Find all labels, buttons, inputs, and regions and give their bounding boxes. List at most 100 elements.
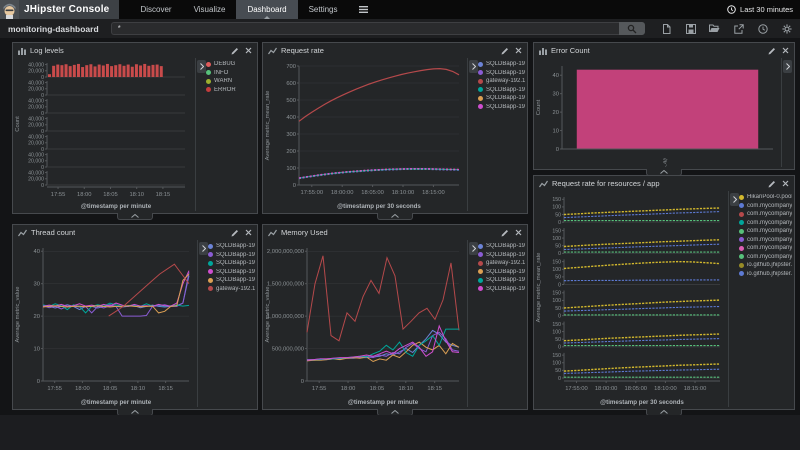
legend-item[interactable]: com.mycompany.myap... [733, 237, 792, 243]
legend-label: com.mycompany.myap... [747, 220, 792, 226]
time-picker-button[interactable]: Last 30 minutes [727, 0, 800, 19]
chevron-right-icon [733, 196, 737, 203]
remove-panel-button[interactable] [515, 47, 522, 54]
legend-swatch [739, 271, 744, 276]
remove-panel-button[interactable] [782, 180, 789, 187]
edit-panel-button[interactable] [231, 47, 239, 55]
legend-toggle[interactable] [197, 60, 206, 73]
remove-panel-button[interactable] [245, 229, 252, 236]
legend-item[interactable]: SQLDBapp-192.168... [202, 269, 255, 275]
bar-chart-icon [539, 47, 547, 55]
legend-item[interactable]: HikariPool-0.pool.Wait [733, 194, 792, 200]
legend-item[interactable]: gateway-192.168.43.8... [472, 260, 525, 266]
legend-item[interactable]: SQLDBapp-192.168.4... [472, 252, 525, 258]
legend-item[interactable]: INFO [200, 70, 255, 76]
nav-item-discover[interactable]: Discover [129, 0, 182, 19]
legend-item[interactable]: SQLDBapp-192.168.4... [472, 95, 525, 101]
svg-text:18:05: 18:05 [103, 192, 118, 198]
line-chart-icon [268, 47, 277, 55]
nav-item-dashboard[interactable]: Dashboard [236, 0, 297, 19]
dashboard-toolbar [661, 23, 792, 34]
chart-canvas: 01020304017:5518:0018:0518:1018:15@times… [13, 240, 197, 407]
legend-swatch [208, 286, 213, 291]
share-icon [734, 24, 744, 34]
legend-item[interactable]: gateway-192.168.43... [202, 286, 255, 292]
share-button[interactable] [733, 23, 744, 34]
legend-item[interactable]: SQLDBapp-192.168.4... [472, 104, 525, 110]
remove-panel-button[interactable] [782, 47, 789, 54]
legend-item[interactable]: SQLDBapp-192.168... [202, 252, 255, 258]
legend-item[interactable]: com.mycompany.myap... [733, 203, 792, 209]
edit-panel-button[interactable] [768, 180, 776, 188]
legend-item[interactable]: SQLDBapp-192.168... [202, 243, 255, 249]
legend-item[interactable]: SQLDBapp-192.168... [202, 260, 255, 266]
legend-label: com.mycompany.myap... [747, 245, 792, 251]
legend-label: SQLDBapp-192.168.4... [486, 87, 525, 93]
legend-item[interactable]: SQLDBapp-192.168.4... [472, 61, 525, 67]
new-document-button[interactable] [661, 23, 672, 34]
legend-item[interactable]: ERROR [200, 87, 255, 93]
legend-item[interactable]: SQLDBapp-192.168.4... [472, 286, 525, 292]
brand[interactable]: JHipster Console [0, 0, 119, 19]
edit-panel-button[interactable] [768, 47, 776, 55]
open-dashboard-button[interactable] [709, 23, 720, 34]
svg-text:300: 300 [286, 132, 296, 138]
edit-panel-button[interactable] [231, 229, 239, 237]
legend-toggle[interactable] [730, 193, 739, 206]
chart-legend: DEBUG INFO WARN ERROR [195, 58, 257, 211]
legend-item[interactable]: SQLDBapp-192.168.4... [472, 277, 525, 283]
legend-swatch [206, 70, 211, 75]
spy-panel-toggle[interactable] [377, 213, 413, 220]
svg-text:18:00:00: 18:00:00 [595, 386, 618, 392]
legend-toggle[interactable] [469, 242, 478, 255]
legend-swatch [478, 269, 483, 274]
spy-panel-toggle[interactable] [117, 213, 153, 220]
query-input[interactable] [111, 22, 619, 35]
legend-item[interactable]: com.mycompany.myap... [733, 220, 792, 226]
chevron-up-icon [391, 214, 399, 218]
panel-request-rate-resources: Request rate for resources / app15010050… [533, 175, 795, 410]
legend-item[interactable]: com.mycompany.myap... [733, 245, 792, 251]
remove-panel-button[interactable] [515, 229, 522, 236]
legend-item[interactable]: com.mycompany.myap... [733, 254, 792, 260]
save-button[interactable] [685, 23, 696, 34]
refresh-interval-button[interactable] [757, 23, 768, 34]
svg-text:0: 0 [41, 183, 44, 189]
legend-label: SQLDBapp-192.168.4... [486, 277, 525, 283]
legend-item[interactable]: com.mycompany.myap... [733, 211, 792, 217]
nav-item-visualize[interactable]: Visualize [183, 0, 237, 19]
legend-item[interactable]: WARN [200, 78, 255, 84]
edit-panel-button[interactable] [501, 47, 509, 55]
legend-item[interactable]: SQLDBapp-192.168... [202, 277, 255, 283]
legend-item[interactable]: io.github.jhipster.web.r... [733, 271, 792, 277]
legend-item[interactable]: com.mycompany.myap... [733, 228, 792, 234]
edit-panel-button[interactable] [501, 229, 509, 237]
legend-item[interactable]: SQLDBapp-192.168.4... [472, 243, 525, 249]
remove-panel-button[interactable] [245, 47, 252, 54]
close-icon [782, 47, 789, 54]
svg-text:18:15:00: 18:15:00 [422, 190, 445, 196]
legend-item[interactable]: io.github.jhipster.web.r... [733, 262, 792, 268]
legend-item[interactable]: DEBUG [200, 61, 255, 67]
svg-text:20,000: 20,000 [28, 177, 44, 183]
legend-item[interactable]: SQLDBapp-192.168.4... [472, 269, 525, 275]
legend-swatch [739, 263, 744, 268]
search-button[interactable] [619, 22, 645, 35]
legend-label: com.mycompany.myap... [747, 211, 792, 217]
legend-label: HikariPool-0.pool.Wait [747, 194, 792, 200]
legend-toggle[interactable] [199, 242, 208, 255]
legend-item[interactable]: SQLDBapp-192.168.4... [472, 87, 525, 93]
legend-toggle[interactable] [783, 60, 792, 73]
legend-label: SQLDBapp-192.168.4... [486, 70, 525, 76]
legend-item[interactable]: SQLDBapp-192.168.4... [472, 70, 525, 76]
options-button[interactable] [781, 23, 792, 34]
legend-label: DEBUG [214, 61, 235, 67]
legend-item[interactable]: gateway-192.168.43.8... [472, 78, 525, 84]
legend-swatch [478, 87, 483, 92]
svg-text:150: 150 [552, 197, 561, 203]
legend-label: com.mycompany.myap... [747, 237, 792, 243]
menu-toggle-button[interactable] [349, 0, 378, 19]
legend-toggle[interactable] [469, 60, 478, 73]
svg-text:@timestamp per 30 seconds: @timestamp per 30 seconds [337, 203, 421, 210]
nav-item-settings[interactable]: Settings [298, 0, 349, 19]
